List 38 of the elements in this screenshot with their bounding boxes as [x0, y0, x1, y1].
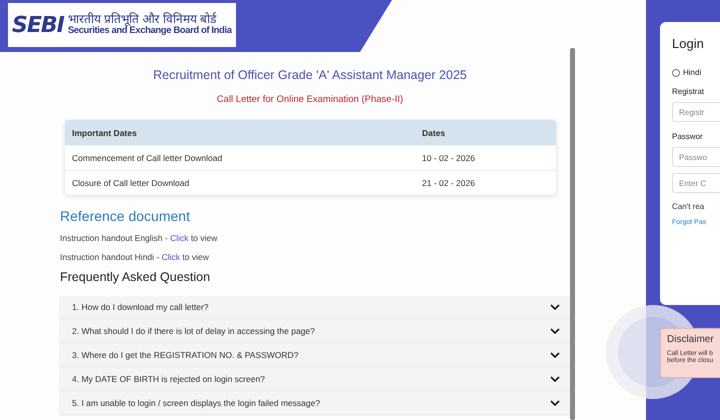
radio-button[interactable]	[672, 68, 680, 76]
table-cell-text: Closure of Call letter Download	[71, 178, 190, 188]
faq-item[interactable]: 4. My DATE OF BIRTH is rejected on login screen?	[60, 368, 570, 390]
page-subtitle: Call Letter for Online Examination (Phase-II)	[216, 94, 404, 105]
chevron-icon	[550, 328, 560, 334]
radio-label: Hindi	[683, 68, 702, 77]
table-cell-text: Commencement of Call letter Download	[71, 153, 224, 163]
disclaimer-title: Disclaimer	[667, 334, 715, 345]
field-label: Registrat	[672, 87, 706, 96]
faq-item[interactable]: 3. Where do I get the REGISTRATION NO. & PASSWORD?	[60, 344, 570, 366]
table-cell-text: 10 - 02 - 2026	[421, 153, 475, 163]
chevron-icon	[550, 304, 560, 310]
hindi-name: भारतीय प्रतिभूति और विनिमय बोर्ड	[68, 12, 216, 26]
instruction-line: Instruction handout English - Click to view	[60, 233, 218, 243]
section-heading: Reference document	[60, 208, 191, 224]
english-name: Securities and Exchange Board of India	[68, 26, 232, 38]
column-header: Dates	[421, 128, 446, 138]
scrollbar[interactable]	[570, 48, 575, 420]
view-link[interactable]: Click	[170, 233, 189, 243]
input-field[interactable]: Passwo	[672, 147, 720, 167]
chevron-icon	[550, 400, 560, 406]
page-title: Recruitment of Officer Grade 'A' Assistant Manager 2025	[153, 68, 467, 84]
section-heading: Frequently Asked Question	[60, 270, 212, 284]
field-label: Passwor	[672, 132, 704, 141]
captcha-note: Can't rea	[672, 202, 706, 211]
login-title: Login	[672, 36, 705, 51]
faq-item[interactable]: 5. I am unable to login / screen displays the login failed message?	[60, 392, 570, 414]
table-cell-text: 21 - 02 - 2026	[421, 178, 475, 188]
faq-item[interactable]: 2. What should I do if there is lot of delay in accessing the page?	[60, 320, 570, 342]
input-field[interactable]: Enter C	[672, 173, 720, 193]
logo-mark: SEBI	[12, 12, 64, 38]
faq-item[interactable]: 1. How do I download my call letter?	[60, 296, 570, 318]
instruction-line: Instruction handout Hindi - Click to view	[60, 252, 210, 262]
view-link[interactable]: Click	[162, 252, 180, 262]
chevron-icon	[550, 352, 560, 358]
chevron-icon	[550, 376, 560, 382]
column-header: Important Dates	[71, 128, 138, 138]
input-field[interactable]: Registr	[672, 102, 720, 122]
